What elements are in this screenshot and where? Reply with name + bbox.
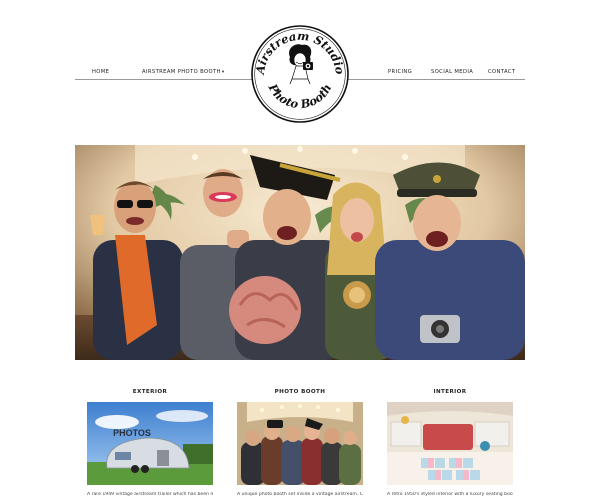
card-exterior-text: A rare 1949 vintage airstream trailer wh… (87, 492, 213, 497)
card-photo-booth-text: A unique photo booth set inside a vintag… (237, 492, 363, 497)
nav-pricing-label: PRICING (388, 69, 413, 75)
site-logo[interactable]: Airstream Studio Photo Booth (250, 24, 350, 124)
retro-interior-icon (387, 402, 513, 485)
nav-airstream-photo-booth-label: AIRSTREAM PHOTO BOOTH (142, 69, 221, 75)
nav-home[interactable]: HOME (92, 69, 109, 75)
hero-image (75, 145, 525, 360)
airstream-trailer-icon: PHOTOS (87, 402, 213, 485)
nav-contact[interactable]: CONTACT (488, 69, 515, 75)
nav-contact-label: CONTACT (488, 69, 516, 75)
photos-sign-text: PHOTOS (113, 428, 151, 438)
card-exterior-title: EXTERIOR (132, 389, 168, 395)
nav-airstream-photo-booth[interactable]: AIRSTREAM PHOTO BOOTH▾ (142, 69, 225, 75)
card-interior-image[interactable] (387, 402, 513, 485)
nav-pricing[interactable]: PRICING (388, 69, 412, 75)
nav-home-label: HOME (92, 69, 110, 75)
card-photo-booth-title: PHOTO BOOTH (274, 389, 326, 395)
nav-social-media-label: SOCIAL MEDIA (431, 69, 474, 75)
card-interior-text: A retro 1950's styled interior with a lu… (387, 492, 513, 497)
photo-booth-group-icon (237, 402, 363, 485)
nav-social-media[interactable]: SOCIAL MEDIA (431, 69, 473, 75)
card-interior-title: INTERIOR (433, 389, 467, 395)
group-photo-icon (75, 145, 525, 360)
card-photo-booth-image[interactable] (237, 402, 363, 485)
chevron-down-icon: ▾ (221, 70, 225, 75)
card-exterior-image[interactable]: PHOTOS (87, 402, 213, 485)
